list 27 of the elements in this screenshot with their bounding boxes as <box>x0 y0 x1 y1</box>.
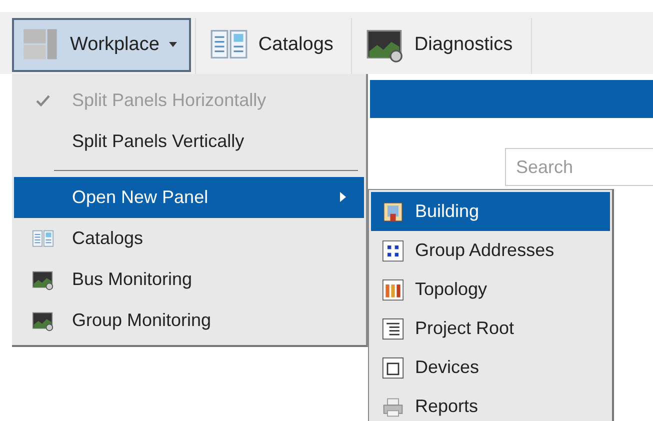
building-icon <box>382 200 404 222</box>
monitor-icon <box>32 310 54 332</box>
menu-item[interactable]: Split Panels Vertically <box>14 121 364 162</box>
search-field[interactable]: Search <box>505 148 653 186</box>
toolbar-button[interactable]: Catalogs <box>200 18 348 72</box>
list-icon <box>382 318 404 340</box>
menu-item[interactable]: Project Root <box>371 309 610 348</box>
checkmark-icon <box>36 94 50 106</box>
menu-item[interactable]: Devices <box>371 348 610 387</box>
toolbar-button[interactable]: Workplace <box>12 18 192 72</box>
menu-item[interactable]: Open New Panel <box>14 177 364 218</box>
book-icon <box>32 228 54 250</box>
menu-item[interactable]: Catalogs <box>14 218 364 259</box>
menu-item[interactable]: Bus Monitoring <box>14 259 364 300</box>
submenu-arrow-icon <box>340 192 346 202</box>
columns-icon <box>382 278 404 300</box>
menu-item[interactable]: Reports <box>371 387 610 421</box>
menu-item[interactable]: Topology <box>371 270 610 309</box>
grid-icon <box>382 240 404 262</box>
toolbar-button[interactable]: Diagnostics <box>356 18 527 72</box>
caret-icon <box>169 42 178 48</box>
monitor-icon <box>32 268 54 290</box>
printer-icon <box>382 396 404 418</box>
menu-item[interactable]: Building <box>371 192 610 231</box>
menu-item[interactable]: Group Monitoring <box>14 300 364 341</box>
window-icon <box>382 356 404 378</box>
menu-item[interactable]: Group Addresses <box>371 231 610 270</box>
